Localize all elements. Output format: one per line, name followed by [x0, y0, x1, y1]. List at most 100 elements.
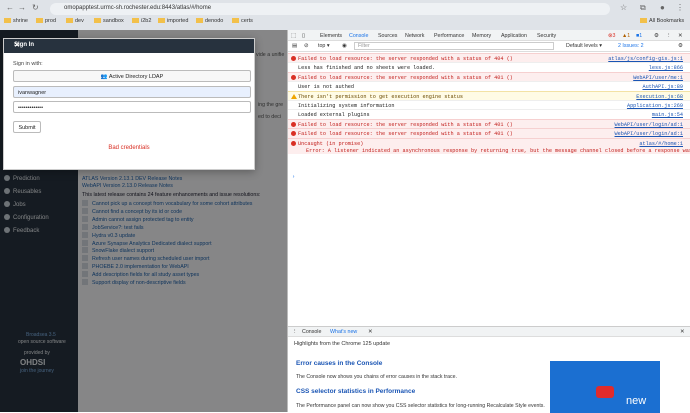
whats-new-heading-2[interactable]: CSS selector statistics in Performance: [296, 388, 415, 395]
console-source-link[interactable]: main.js:54: [652, 112, 683, 118]
device-icon[interactable]: ▯: [302, 33, 305, 39]
address-bar[interactable]: omopapptest.urmc-sh.rochester.edu:8443/a…: [50, 3, 610, 15]
console-message-text: Failed to load resource: the server resp…: [298, 121, 513, 128]
bookmark-certs[interactable]: certs: [232, 18, 253, 24]
eye-icon[interactable]: ◉: [342, 43, 347, 49]
console-message: Loaded external plugins main.js:54: [288, 109, 690, 118]
console-message: There isn't permission to get execution …: [288, 90, 690, 100]
browser-toolbar: ← → ↻ omopapptest.urmc-sh.rochester.edu:…: [0, 0, 690, 30]
bookmark-sandbox[interactable]: sandbox: [94, 18, 124, 24]
ldap-button[interactable]: 👥 Active Directory LDAP: [13, 70, 251, 82]
extensions-icon[interactable]: ⧉: [640, 3, 646, 13]
console-source-link[interactable]: Execution.js:68: [636, 94, 683, 100]
drawer-menu-icon[interactable]: ⋮: [292, 329, 297, 335]
all-bookmarks[interactable]: All Bookmarks: [640, 18, 684, 24]
warning-count-badge[interactable]: ▲1: [622, 33, 630, 39]
more-icon[interactable]: ⋮: [666, 33, 671, 39]
tab-memory[interactable]: Memory: [472, 33, 491, 39]
tab-elements[interactable]: Elements: [320, 33, 342, 39]
back-icon[interactable]: ←: [6, 3, 14, 12]
submit-button[interactable]: Submit: [13, 121, 41, 133]
whats-new-heading-1[interactable]: Error causes in the Console: [296, 360, 382, 367]
error-icon: [291, 74, 296, 80]
warning-icon: [291, 93, 297, 99]
tab-security[interactable]: Security: [537, 33, 556, 39]
console-message: Less has finished and no sheets were loa…: [288, 62, 690, 71]
promise-error-detail: Error: A listener indicated an asynchron…: [306, 147, 690, 154]
username-input[interactable]: ivanwagner: [13, 86, 251, 98]
console-source-link[interactable]: AuthAPI.js:89: [643, 84, 683, 90]
console-message-text: Loaded external plugins: [298, 112, 370, 119]
console-message-text: Initializing system information: [298, 103, 395, 109]
console-message: Failed to load resource: the server resp…: [288, 71, 690, 82]
console-message-text: Less has finished and no sheets were loa…: [298, 65, 435, 72]
drawer-tab-close-icon[interactable]: ✕: [368, 329, 372, 335]
error-icon: [291, 56, 296, 61]
forward-icon[interactable]: →: [18, 3, 26, 12]
error-icon: [291, 121, 296, 127]
bookmark-denodo[interactable]: denodo: [196, 18, 223, 24]
whats-new-video-thumbnail[interactable]: new: [550, 361, 660, 413]
context-select[interactable]: top ▾: [318, 43, 330, 49]
bookmark-i2b2[interactable]: i2b2: [132, 18, 151, 24]
bookmark-prod[interactable]: prod: [36, 18, 56, 24]
console-source-link[interactable]: atlas/js/config-gis.js:1: [608, 56, 683, 62]
profile-icon[interactable]: ●: [660, 3, 665, 12]
inspect-icon[interactable]: ⬚: [291, 33, 296, 39]
settings-icon[interactable]: ⚙: [654, 33, 659, 39]
bookmark-shrine[interactable]: shrine: [4, 18, 28, 24]
console-message-text: Uncaught (in promise): [298, 140, 364, 147]
reload-icon[interactable]: ↻: [32, 3, 39, 12]
menu-icon[interactable]: ⋮: [676, 3, 684, 12]
console-message: Uncaught (in promise) atlas/#/home:1 Error…: [288, 137, 690, 154]
sidebar-toggle-icon[interactable]: ▤: [292, 43, 297, 49]
tab-sources[interactable]: Sources: [378, 33, 397, 39]
signin-dialog: Sign In ✕ Sign in with: 👥 Active Directo…: [3, 38, 255, 170]
error-icon: [291, 131, 296, 137]
url-text: omopapptest.urmc-sh.rochester.edu:8443/a…: [64, 5, 212, 11]
tab-console[interactable]: Console: [349, 33, 368, 39]
console-message-text: There isn't permission to get execution …: [298, 93, 463, 100]
close-devtools-icon[interactable]: ✕: [678, 33, 682, 39]
issue-count-badge[interactable]: ■1: [636, 33, 642, 39]
users-icon: 👥: [100, 74, 108, 80]
password-input[interactable]: •••••••••••••: [13, 101, 251, 113]
error-icon: [291, 140, 296, 146]
console-source-link[interactable]: WebAPI/user/login/ad:1: [615, 131, 684, 137]
bookmark-imported[interactable]: imported: [158, 18, 188, 24]
error-count-badge[interactable]: ⊗3: [608, 33, 615, 39]
console-source-link[interactable]: less.js:866: [649, 65, 683, 71]
console-message: Failed to load resource: the server resp…: [288, 118, 690, 129]
console-message-text: User is not authed: [298, 84, 355, 91]
new-label: new: [626, 395, 647, 407]
tab-performance[interactable]: Performance: [434, 33, 464, 39]
console-prompt[interactable]: ›: [288, 172, 690, 182]
star-icon[interactable]: ☆: [620, 3, 627, 12]
play-icon: [596, 386, 614, 398]
tab-network[interactable]: Network: [405, 33, 424, 39]
dialog-header: Sign In ✕: [4, 39, 254, 53]
sign-in-with-label: Sign in with:: [13, 61, 43, 67]
filter-input[interactable]: Filter: [354, 42, 554, 50]
drawer-tab-console[interactable]: Console: [302, 329, 321, 335]
drawer-close-icon[interactable]: ✕: [680, 329, 684, 335]
tab-application[interactable]: Application: [501, 33, 527, 39]
issues-button[interactable]: 2 Issues: 2: [618, 43, 644, 49]
devtools-tabs: ⬚ ▯ Elements Console Sources Network Per…: [288, 30, 690, 41]
console-message-text: Failed to load resource: the server resp…: [298, 74, 513, 81]
close-icon[interactable]: ✕: [14, 41, 248, 49]
console-source-link[interactable]: WebAPI/user/me:1: [633, 75, 683, 81]
whats-new-highlights: Highlights from the Chrome 125 update: [294, 341, 390, 347]
whats-new-text-1: The Console now shows you chains of erro…: [296, 374, 457, 380]
console-message: Failed to load resource: the server resp…: [288, 53, 690, 63]
console-message-text: Failed to load resource: the server resp…: [298, 131, 513, 138]
bookmark-dev[interactable]: dev: [66, 18, 84, 24]
levels-select[interactable]: Default levels ▾: [566, 43, 602, 49]
console-settings-icon[interactable]: ⚙: [678, 43, 683, 49]
clear-console-icon[interactable]: ⊘: [304, 43, 308, 49]
console-source-link[interactable]: Application.js:269: [627, 103, 683, 109]
drawer-tab-whats-new[interactable]: What's new: [330, 329, 357, 335]
console-source-link[interactable]: WebAPI/user/login/ad:1: [615, 122, 684, 128]
console-source-link[interactable]: atlas/#/home:1: [639, 141, 683, 147]
console-message-text: Failed to load resource: the server resp…: [298, 56, 513, 62]
